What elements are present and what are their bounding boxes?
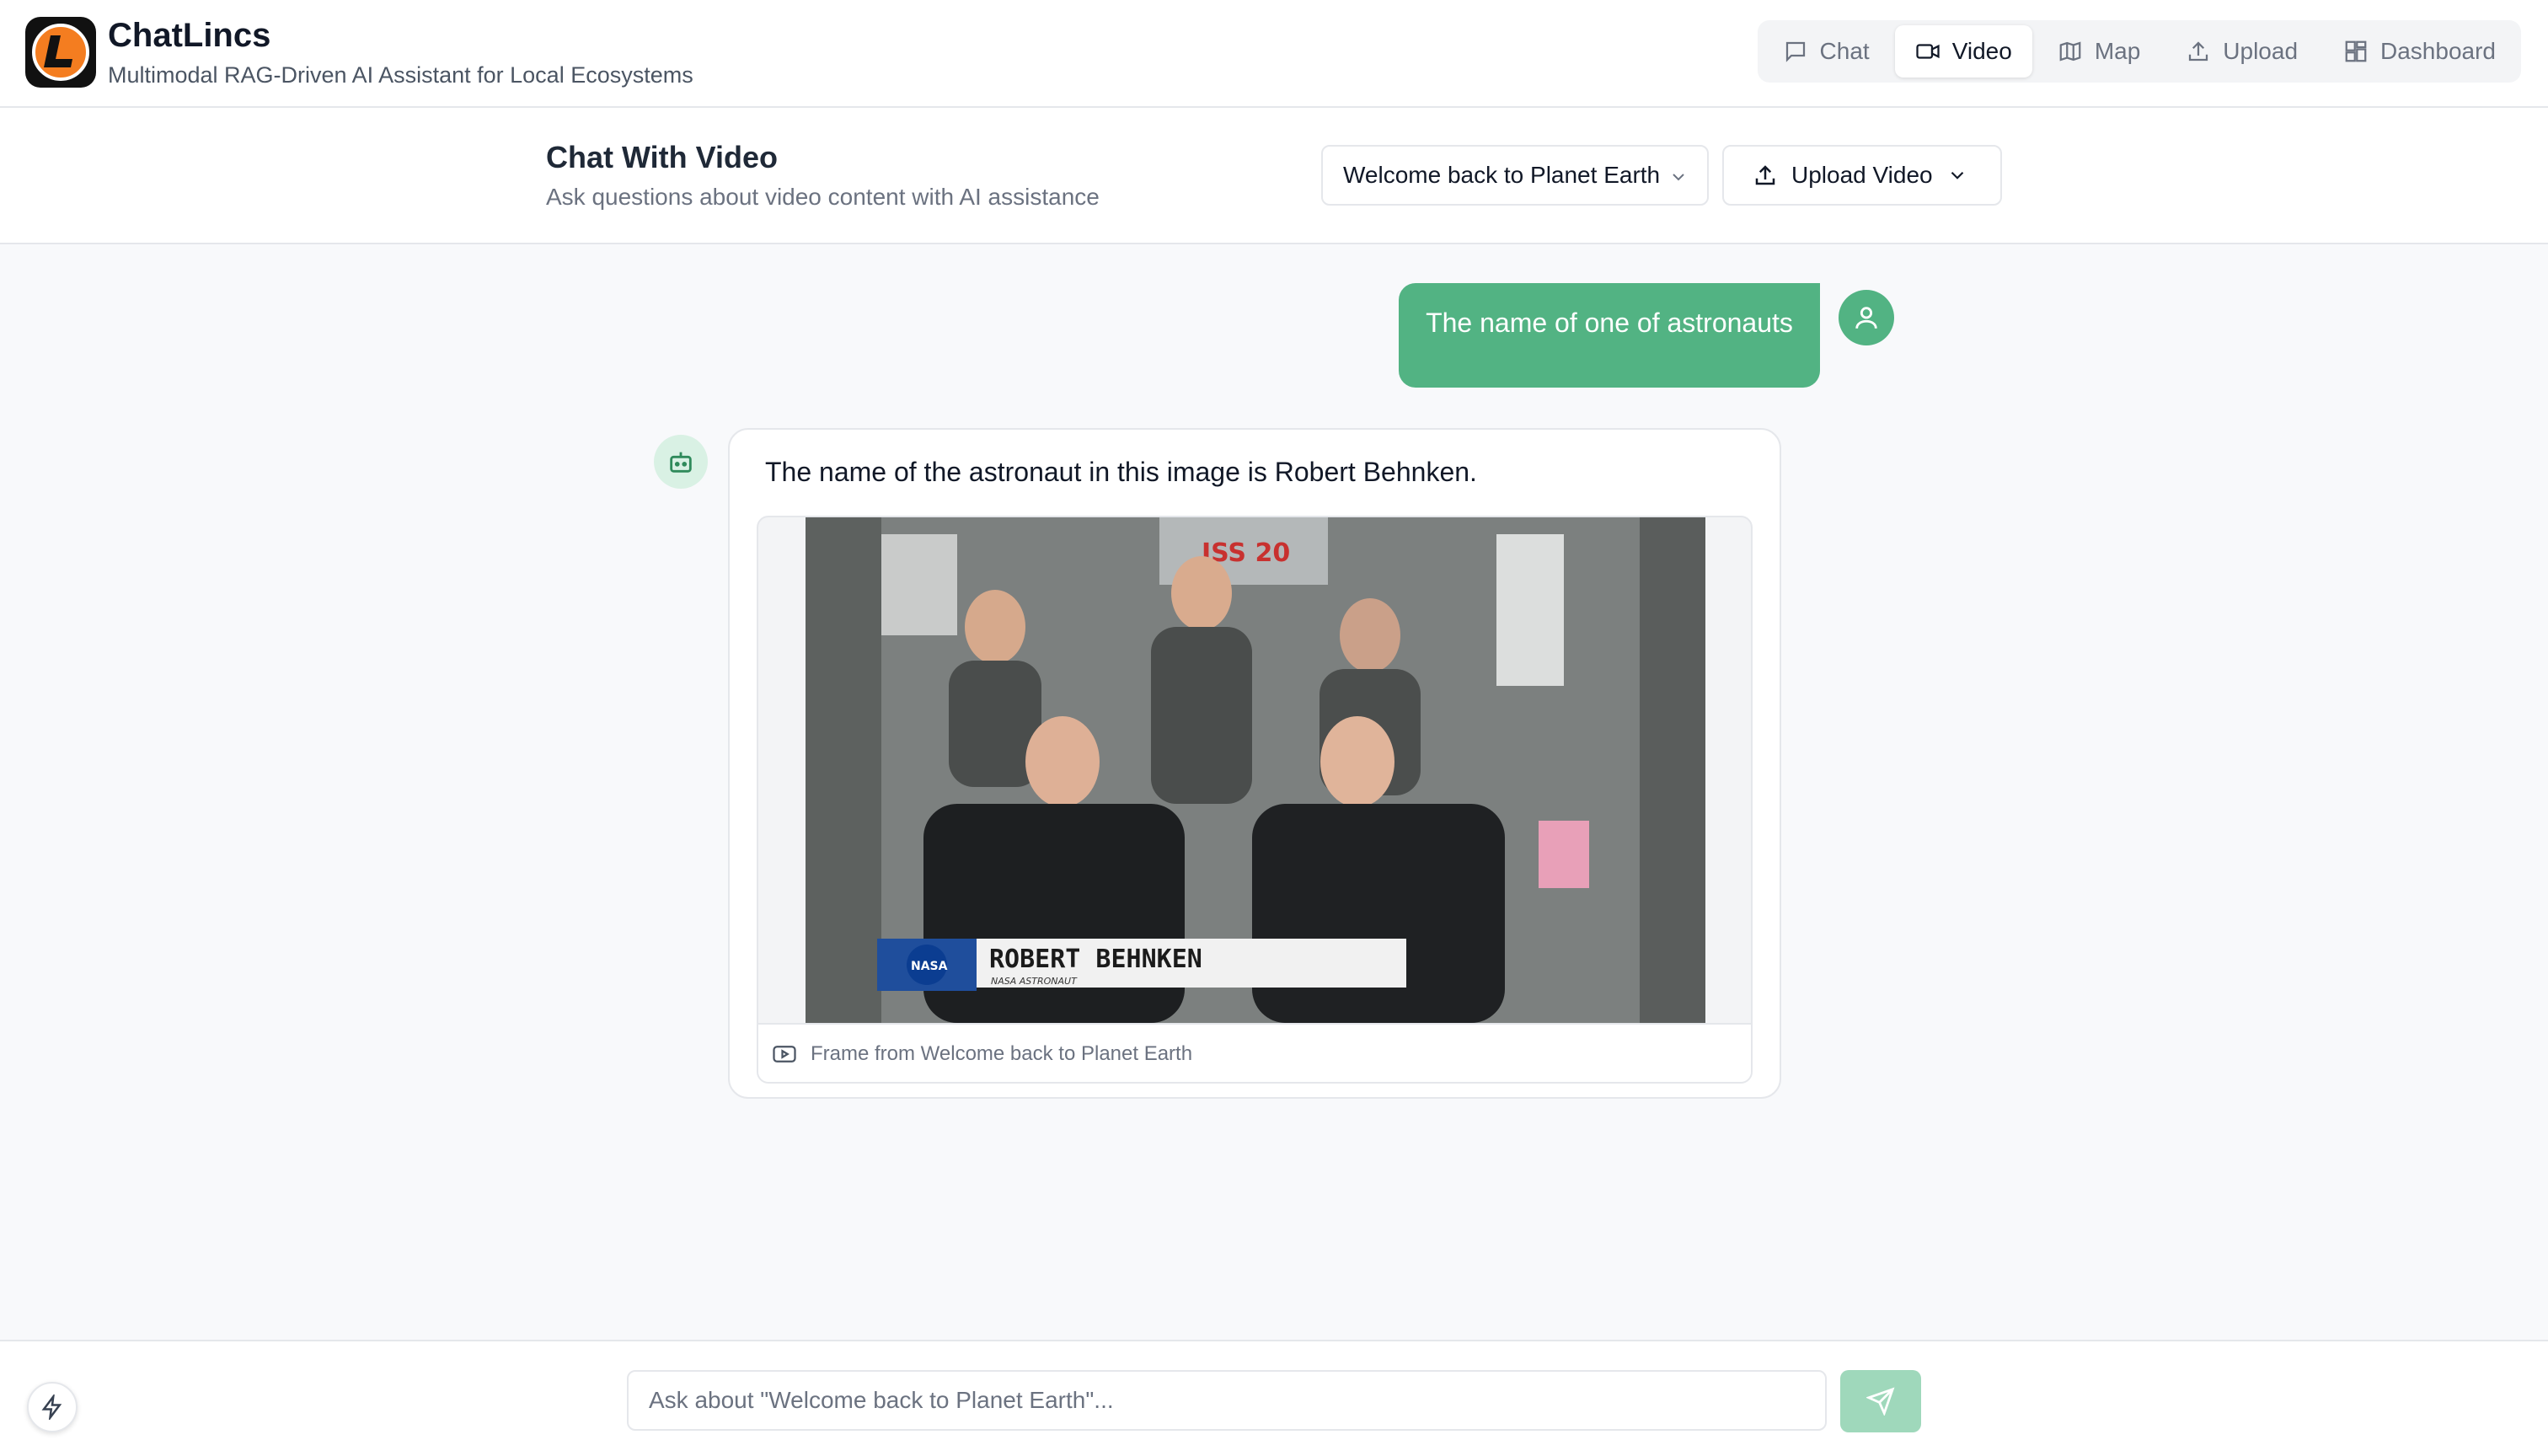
lower-third-role: NASA ASTRONAUT [991, 976, 1078, 987]
page-subtitle: Ask questions about video content with A… [546, 184, 1100, 210]
composer-bar [0, 1340, 2548, 1456]
upload-video-label: Upload Video [1791, 162, 1933, 188]
app-logo[interactable] [25, 17, 96, 88]
chat-input[interactable] [627, 1370, 1827, 1431]
user-message: The name of one of astronauts [1399, 283, 1820, 388]
map-icon [2059, 41, 2081, 62]
user-avatar [1839, 290, 1894, 345]
video-select-dropdown[interactable]: Welcome back to Planet Earth [1321, 145, 1709, 206]
nav-item-upload[interactable]: Upload [2165, 25, 2318, 78]
frame-caption: Frame from Welcome back to Planet Earth [758, 1023, 1751, 1082]
send-icon [1866, 1387, 1895, 1416]
frame-caption-text: Frame from Welcome back to Planet Earth [811, 1042, 1193, 1065]
bot-avatar [654, 435, 708, 489]
top-header: ChatLincs Multimodal RAG-Driven AI Assis… [0, 0, 2548, 108]
nav-item-video[interactable]: Video [1894, 25, 2032, 78]
page-header: Chat With Video Ask questions about vide… [0, 108, 2548, 244]
bolt-icon [41, 1394, 62, 1420]
bot-icon [670, 452, 692, 473]
lower-third-name: ROBERT BEHNKEN [989, 945, 1202, 974]
video-icon [773, 1046, 796, 1063]
nav-item-map[interactable]: Map [2037, 25, 2160, 78]
upload-video-button[interactable]: Upload Video [1722, 145, 2002, 206]
nav-item-label: Video [1951, 38, 2012, 64]
app-subtitle: Multimodal RAG-Driven AI Assistant for L… [108, 62, 693, 88]
main-nav: Chat Video Map Upload Dashboard [1757, 20, 2521, 83]
upload-icon [1755, 165, 1775, 185]
user-message-text: The name of one of astronauts [1426, 307, 1793, 338]
nav-item-label: Upload [2223, 38, 2299, 64]
assistant-message-text: The name of the astronaut in this image … [765, 457, 1477, 487]
send-button[interactable] [1840, 1370, 1921, 1432]
selected-video-label: Welcome back to Planet Earth [1343, 162, 1661, 188]
video-frame-card: ISS 20 NASA ROBERT BEHNKEN NASA ASTRONAU… [757, 516, 1753, 1084]
user-icon [1855, 307, 1877, 329]
nasa-logo-text: NASA [911, 960, 948, 973]
dashboard-icon [2345, 40, 2367, 62]
video-frame-image[interactable]: ISS 20 NASA ROBERT BEHNKEN NASA ASTRONAU… [806, 517, 1705, 1023]
nav-item-chat[interactable]: Chat [1763, 25, 1890, 78]
nav-item-label: Map [2094, 38, 2141, 64]
chevron-down-icon [1673, 174, 1684, 181]
assistant-message: The name of the astronaut in this image … [728, 428, 1781, 1099]
nav-item-label: Dashboard [2380, 38, 2496, 64]
page-title: Chat With Video [546, 140, 779, 174]
chevron-down-icon [1951, 171, 1963, 179]
upload-icon [2189, 41, 2208, 62]
nav-item-label: Chat [1819, 38, 1870, 64]
nav-item-dashboard[interactable]: Dashboard [2323, 25, 2516, 78]
video-icon [1916, 44, 1940, 59]
app-title: ChatLincs [108, 17, 271, 54]
chat-icon [1785, 41, 1805, 62]
quick-actions-button[interactable] [27, 1382, 78, 1432]
